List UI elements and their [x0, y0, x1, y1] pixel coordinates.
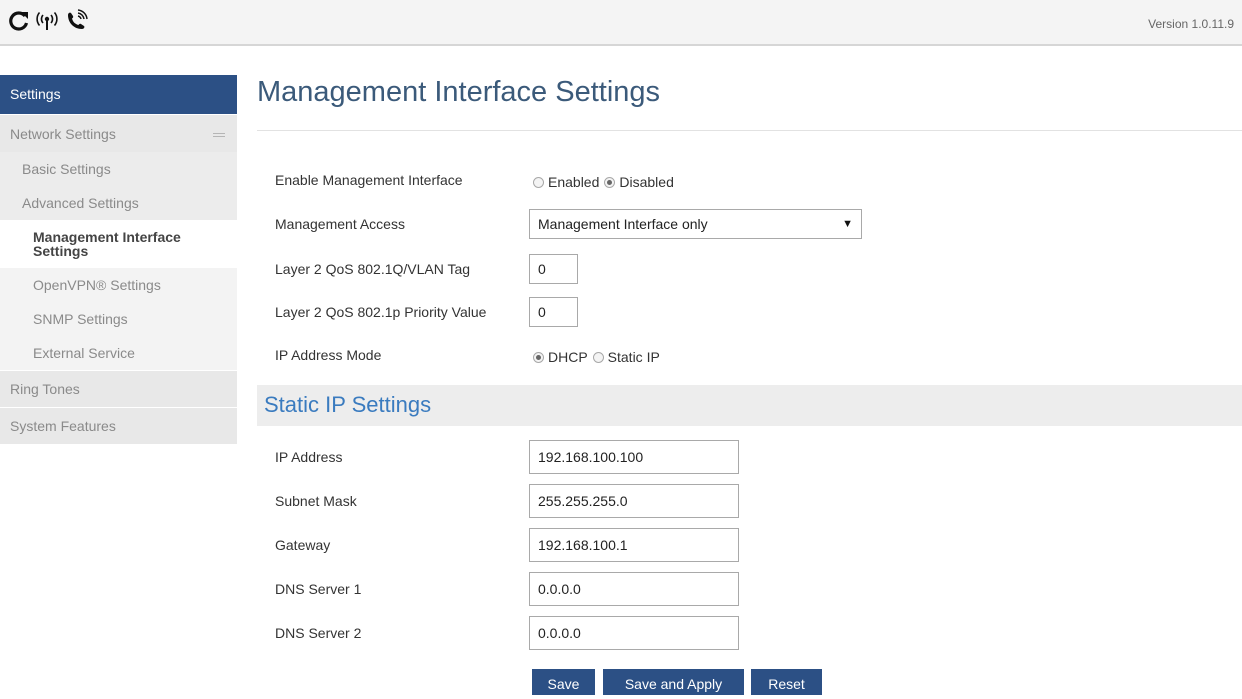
- static-ip-radio-label[interactable]: Static IP: [608, 349, 660, 365]
- gateway-label: Gateway: [275, 537, 331, 553]
- gateway-input[interactable]: [529, 528, 739, 562]
- sidebar-header[interactable]: Settings: [0, 75, 237, 114]
- wireless-signal-icon: [34, 10, 60, 32]
- page-title: Management Interface Settings: [257, 76, 661, 108]
- static-ip-section-header: Static IP Settings: [257, 385, 1242, 426]
- ip-mode-label: IP Address Mode: [275, 347, 382, 363]
- sidebar-item-snmp-settings[interactable]: SNMP Settings: [0, 302, 237, 336]
- qos-priority-input[interactable]: [529, 297, 578, 327]
- save-button[interactable]: Save: [532, 669, 595, 695]
- sidebar-item-basic-settings[interactable]: Basic Settings: [0, 152, 237, 186]
- enable-mgmt-radio-group: Enabled Disabled: [533, 174, 679, 190]
- qos-priority-label: Layer 2 QoS 802.1p Priority Value: [275, 304, 487, 320]
- mgmt-access-value: Management Interface only: [538, 216, 708, 232]
- dns2-label: DNS Server 2: [275, 625, 362, 641]
- sidebar-item-label: Network Settings: [10, 126, 116, 142]
- section-title: Static IP Settings: [264, 392, 432, 417]
- status-icons: [8, 9, 90, 33]
- sidebar-item-system-features[interactable]: System Features: [0, 407, 237, 444]
- dns2-input[interactable]: [529, 616, 739, 650]
- dns1-input[interactable]: [529, 572, 739, 606]
- top-bar: Version 1.0.11.9: [0, 0, 1242, 46]
- sidebar-item-management-interface-settings[interactable]: Management Interface Settings: [0, 220, 237, 268]
- enable-mgmt-label: Enable Management Interface: [275, 172, 463, 188]
- mgmt-access-label: Management Access: [275, 216, 405, 232]
- disabled-radio[interactable]: [604, 176, 616, 188]
- disabled-radio-label[interactable]: Disabled: [619, 174, 673, 190]
- sidebar-item-network-settings[interactable]: Network Settings: [0, 114, 237, 152]
- refresh-icon[interactable]: [8, 10, 30, 32]
- save-and-apply-button[interactable]: Save and Apply: [603, 669, 744, 695]
- sidebar: Settings Network Settings Basic Settings…: [0, 75, 237, 444]
- enabled-radio-label[interactable]: Enabled: [548, 174, 599, 190]
- subnet-mask-input[interactable]: [529, 484, 739, 518]
- collapse-icon[interactable]: [213, 133, 225, 137]
- version-label: Version 1.0.11.9: [1148, 17, 1234, 31]
- phone-ringing-icon: [64, 9, 90, 33]
- subnet-mask-label: Subnet Mask: [275, 493, 357, 509]
- dhcp-radio-label[interactable]: DHCP: [548, 349, 588, 365]
- ip-address-input[interactable]: [529, 440, 739, 474]
- sidebar-item-openvpn-settings[interactable]: OpenVPN® Settings: [0, 268, 237, 302]
- qos-vlan-input[interactable]: [529, 254, 578, 284]
- title-divider: [257, 130, 1242, 131]
- static-ip-radio[interactable]: [592, 351, 604, 363]
- ip-mode-radio-group: DHCP Static IP: [533, 349, 665, 365]
- qos-vlan-label: Layer 2 QoS 802.1Q/VLAN Tag: [275, 261, 471, 277]
- dns1-label: DNS Server 1: [275, 581, 362, 597]
- dhcp-radio[interactable]: [533, 351, 544, 363]
- sidebar-item-external-service[interactable]: External Service: [0, 336, 237, 370]
- enabled-radio[interactable]: [533, 176, 544, 188]
- mgmt-access-select[interactable]: Management Interface only ▼: [529, 209, 862, 239]
- reset-button[interactable]: Reset: [751, 669, 822, 695]
- sidebar-item-ring-tones[interactable]: Ring Tones: [0, 370, 237, 407]
- sidebar-item-advanced-settings[interactable]: Advanced Settings: [0, 186, 237, 220]
- ip-address-label: IP Address: [275, 449, 343, 465]
- dropdown-arrow-icon: ▼: [842, 218, 853, 230]
